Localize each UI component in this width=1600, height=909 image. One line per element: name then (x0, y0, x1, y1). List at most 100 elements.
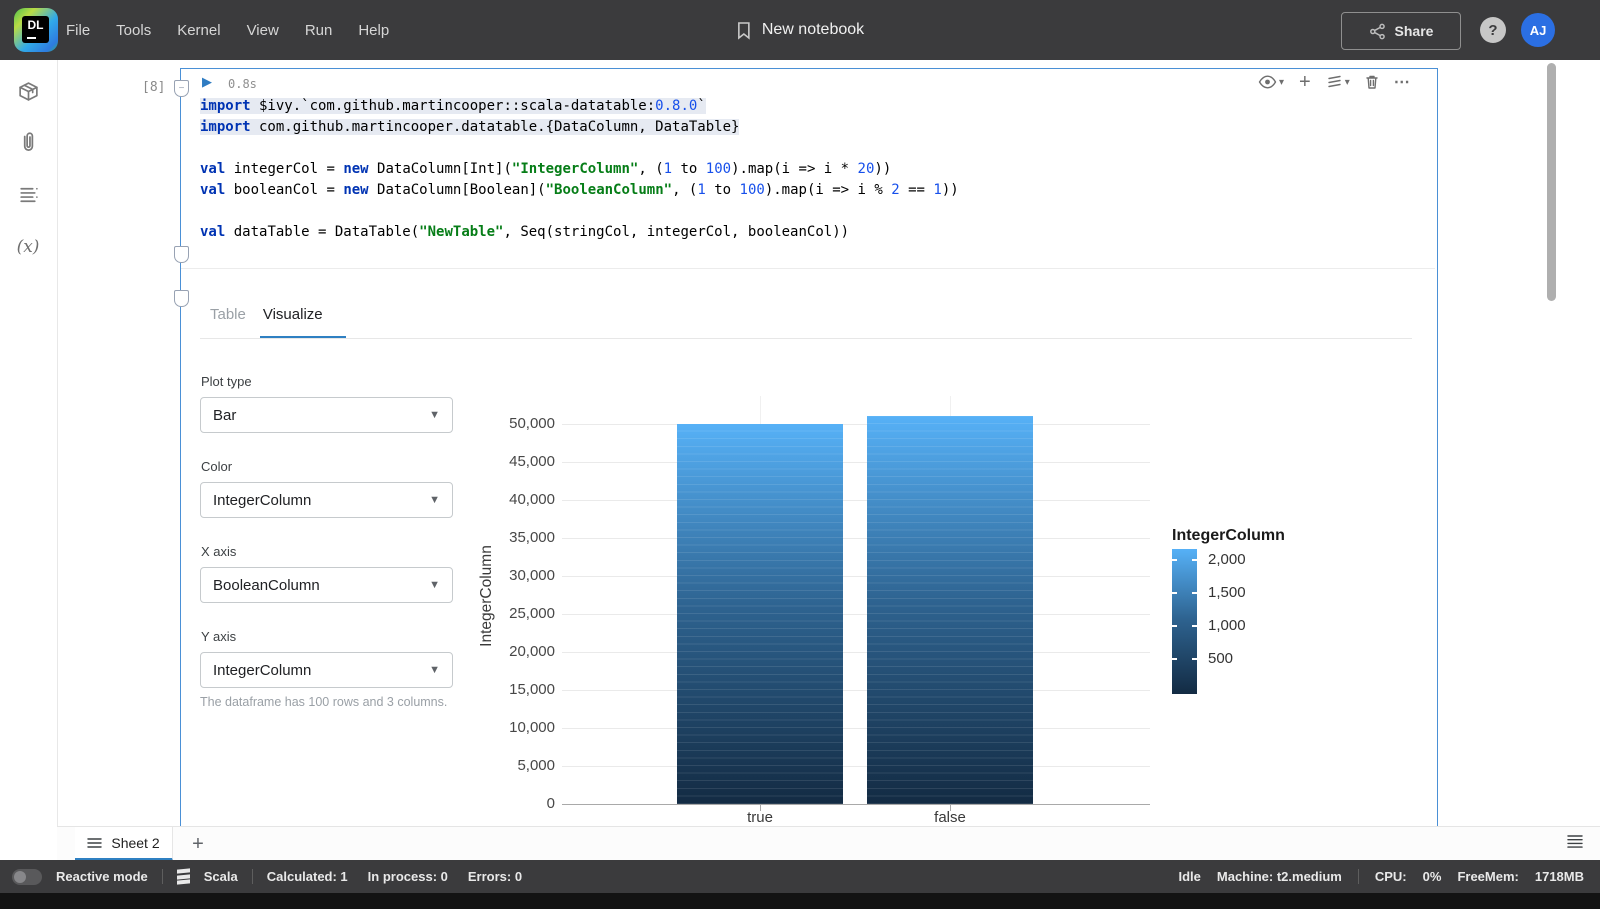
y-gridline (562, 538, 1150, 539)
help-question-icon: ? (1488, 21, 1498, 39)
menu-run[interactable]: Run (305, 22, 333, 39)
y-gridline (562, 576, 1150, 577)
run-cell-button[interactable]: ▶ (202, 74, 212, 90)
code-output-divider (181, 268, 1435, 269)
y-tick-label: 0 (546, 795, 555, 812)
legend-tick (1172, 625, 1177, 627)
legend-tick (1172, 658, 1177, 660)
menu-bar: File Tools Kernel View Run Help (66, 0, 389, 60)
cell-more-button[interactable]: ⋯ (1394, 72, 1411, 92)
sheet-tab[interactable]: Sheet 2 (75, 827, 173, 861)
share-button[interactable]: Share (1341, 12, 1461, 50)
cell-type-icon (1328, 75, 1341, 88)
avatar[interactable]: AJ (1521, 13, 1555, 47)
plot-type-value: Bar (213, 406, 237, 424)
delete-cell-button[interactable] (1365, 74, 1379, 90)
datalore-logo-letters: DL (22, 16, 49, 43)
y-tick-label: 25,000 (509, 605, 555, 622)
top-bar: DL File Tools Kernel View Run Help New notebo… (0, 0, 1600, 60)
menu-tools[interactable]: Tools (116, 22, 151, 39)
divider (161, 869, 163, 884)
y-gridline (562, 728, 1150, 729)
sidebar-item-packages[interactable] (0, 71, 56, 111)
x-tick-label: false (934, 809, 966, 826)
help-button[interactable]: ? (1480, 17, 1506, 43)
menu-help[interactable]: Help (358, 22, 389, 39)
x-axis-label: X axis (201, 544, 237, 559)
chevron-down-icon: ▼ (429, 409, 440, 421)
x-axis-select[interactable]: BooleanColumn ▼ (200, 567, 453, 603)
tab-visualize[interactable]: Visualize (263, 306, 323, 333)
notebook-title-area[interactable]: New notebook (736, 0, 864, 60)
cpu-label: CPU: (1374, 869, 1407, 884)
chevron-down-icon: ▼ (429, 664, 440, 676)
reactive-mode-toggle[interactable] (12, 868, 42, 885)
tabs-rule (200, 338, 1412, 339)
y-axis-value: IntegerColumn (213, 661, 312, 679)
code-line[interactable] (200, 201, 959, 222)
cell-visibility-button[interactable]: ▾ (1258, 75, 1284, 89)
y-gridline (562, 652, 1150, 653)
y-tick-label: 40,000 (509, 491, 555, 508)
code-line[interactable]: val dataTable = DataTable("NewTable", Se… (200, 222, 959, 243)
sheet-list-button[interactable] (1566, 834, 1584, 854)
delete-icon (1366, 75, 1378, 89)
code-line[interactable] (200, 138, 959, 159)
in-process-count: In process: 0 (367, 869, 448, 884)
x-tick-label: true (747, 809, 773, 826)
cell-type-button[interactable]: ▾ (1326, 75, 1350, 89)
variables-icon: (x) (16, 237, 40, 257)
dataframe-note: The dataframe has 100 rows and 3 columns… (200, 695, 448, 709)
cell-gutter-handle[interactable] (174, 246, 189, 263)
legend-tick (1192, 592, 1197, 594)
packages-icon (18, 81, 38, 101)
code-line[interactable]: val integerCol = new DataColumn[Int]("In… (200, 159, 959, 180)
y-tick-label: 5,000 (517, 757, 555, 774)
legend-tick-label: 1,500 (1208, 584, 1246, 601)
plot-type-select[interactable]: Bar ▼ (200, 397, 453, 433)
cell-collapse-handle[interactable]: − (174, 80, 189, 97)
avatar-initials: AJ (1529, 22, 1547, 38)
kernel-state: Idle (1178, 869, 1201, 884)
sidebar-item-attachments[interactable] (0, 123, 56, 163)
x-axis-line (562, 804, 1150, 805)
bookmark-icon (738, 21, 750, 40)
sidebar-item-variables[interactable]: (x) (0, 227, 56, 267)
code-line[interactable]: import $ivy.`com.github.martincooper::sc… (200, 96, 959, 117)
bar-false (867, 416, 1033, 804)
datalore-logo[interactable]: DL (14, 8, 58, 52)
color-select[interactable]: IntegerColumn ▼ (200, 482, 453, 518)
errors-count: Errors: 0 (467, 869, 523, 884)
sidebar-item-outline[interactable] (0, 175, 56, 215)
kernel-name[interactable]: Scala (204, 869, 238, 884)
code-line[interactable]: import com.github.martincooper.datatable… (200, 117, 959, 138)
y-axis-select[interactable]: IntegerColumn ▼ (200, 652, 453, 688)
share-label: Share (1394, 23, 1434, 39)
scrollbar-thumb[interactable] (1547, 63, 1556, 301)
y-tick-label: 50,000 (509, 415, 555, 432)
code-line[interactable]: val booleanCol = new DataColumn[Boolean]… (200, 180, 959, 201)
y-tick-label: 45,000 (509, 453, 555, 470)
chevron-down-icon: ▼ (429, 494, 440, 506)
add-cell-button[interactable]: + (1299, 72, 1311, 92)
sheet-tab-label: Sheet 2 (111, 834, 160, 851)
output-gutter-handle[interactable] (174, 290, 189, 307)
plot-controls: Plot type Bar ▼ Color IntegerColumn ▼ X axis Bo… (200, 374, 453, 714)
reactive-mode-label: Reactive mode (56, 869, 148, 884)
menu-file[interactable]: File (66, 22, 90, 39)
freemem-label: FreeMem: (1457, 869, 1519, 884)
chevron-down-icon: ▾ (1279, 76, 1285, 88)
y-tick-label: 15,000 (509, 681, 555, 698)
machine-info: Machine: t2.medium (1216, 869, 1342, 884)
notebook-title: New notebook (761, 21, 865, 38)
color-value: IntegerColumn (213, 491, 312, 509)
tab-table[interactable]: Table (210, 306, 246, 333)
share-icon (1369, 23, 1385, 39)
add-sheet-button[interactable]: + (185, 831, 211, 857)
visibility-icon (1258, 75, 1277, 89)
menu-view[interactable]: View (247, 22, 279, 39)
code-editor[interactable]: import $ivy.`com.github.martincooper::sc… (200, 96, 959, 243)
legend-tick (1172, 559, 1177, 561)
menu-kernel[interactable]: Kernel (177, 22, 220, 39)
sheet-list-icon (87, 837, 103, 848)
